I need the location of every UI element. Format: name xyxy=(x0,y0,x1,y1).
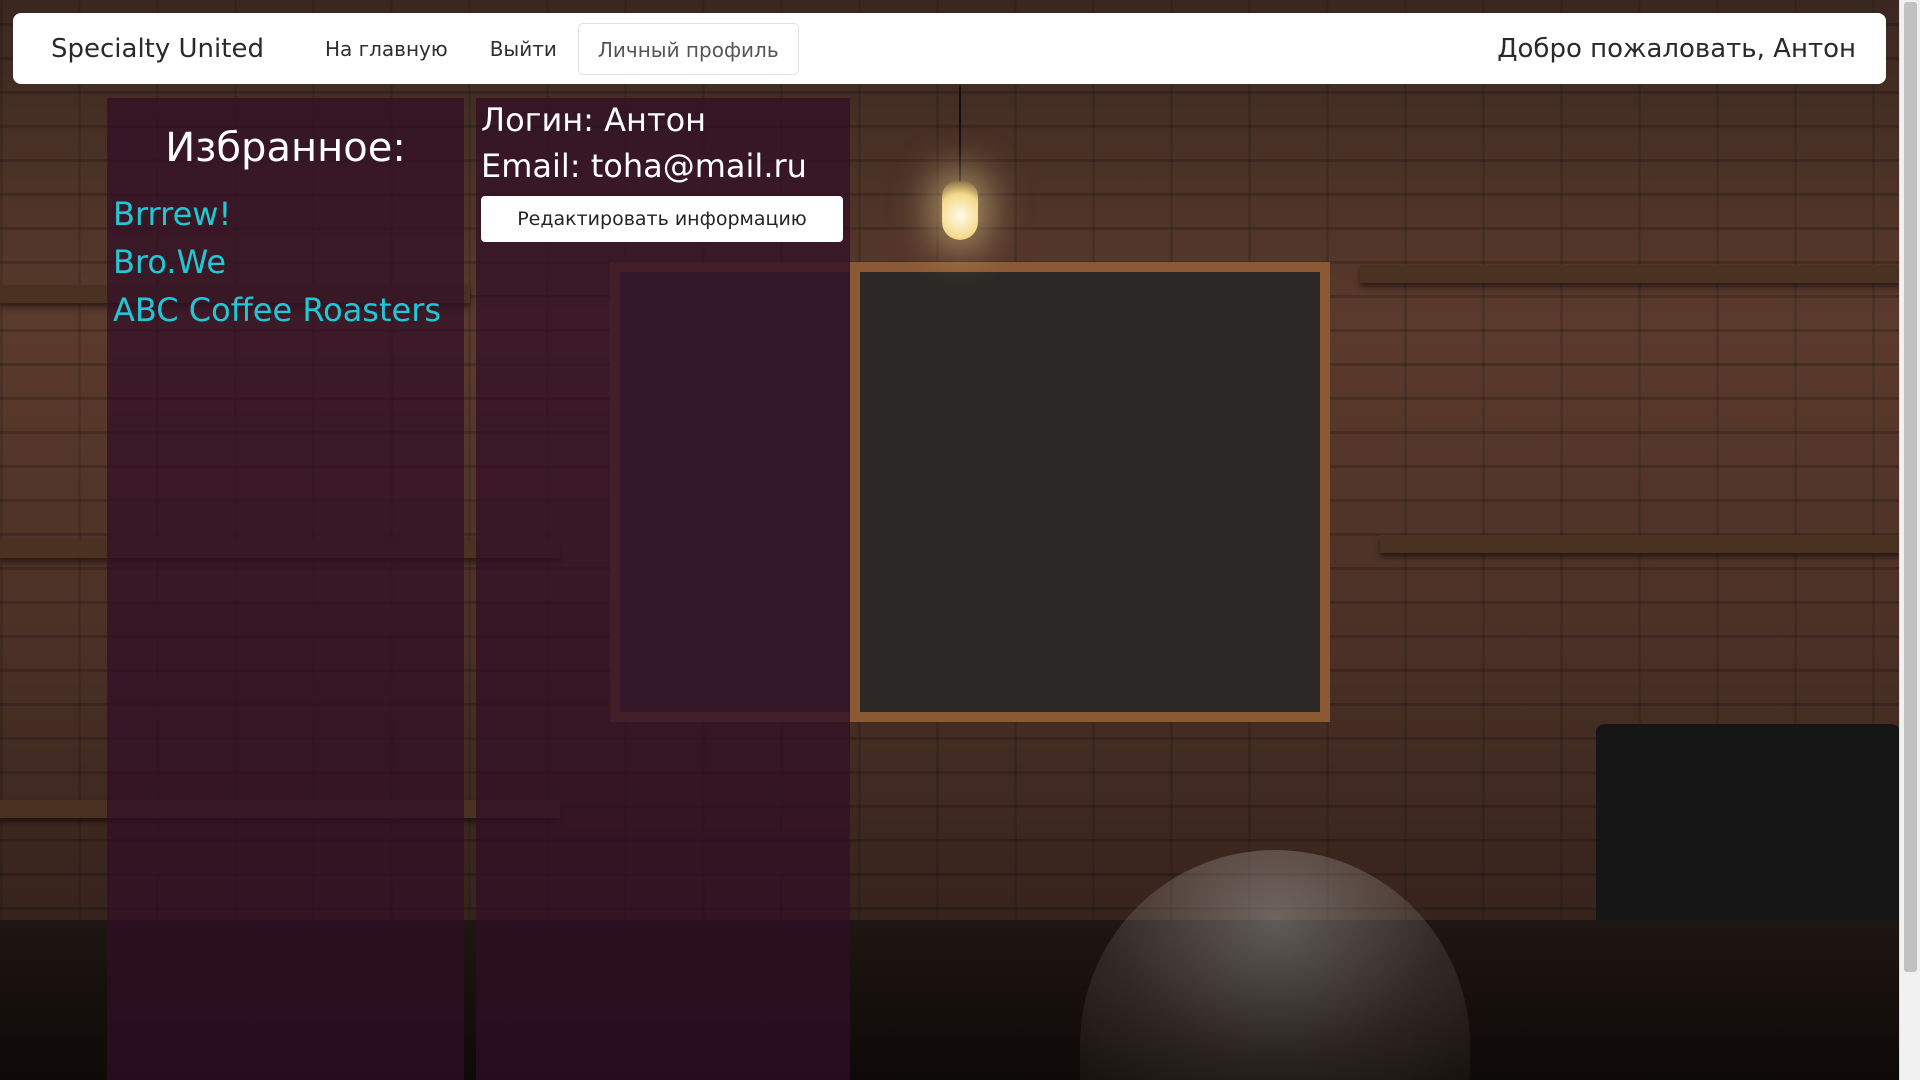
nav-home-link[interactable]: На главную xyxy=(304,23,469,75)
welcome-text: Добро пожаловать, Антон xyxy=(1497,33,1856,64)
favorites-panel: Избранное: Brrrew! Bro.We ABC Coffee Roa… xyxy=(107,98,464,1080)
list-item: ABC Coffee Roasters xyxy=(113,286,441,334)
list-item: Bro.We xyxy=(113,238,441,286)
menu-chalkboard xyxy=(850,262,1330,722)
edit-info-button[interactable]: Редактировать информацию xyxy=(481,196,843,242)
lamp-cord xyxy=(959,86,961,182)
list-item: Brrrew! xyxy=(113,190,441,238)
favorites-title: Избранное: xyxy=(165,125,406,171)
shelf xyxy=(1380,535,1900,553)
profile-panel: Логин: Антон Email: toha@mail.ru Редакти… xyxy=(476,98,850,1080)
glass-dome xyxy=(1080,850,1470,1080)
favorite-link-brrrew[interactable]: Brrrew! xyxy=(113,190,441,238)
top-navbar: Specialty United На главную Выйти Личный… xyxy=(13,13,1886,84)
scrollbar-thumb[interactable] xyxy=(1904,2,1917,972)
brand-link[interactable]: Specialty United xyxy=(51,34,264,64)
favorite-link-browe[interactable]: Bro.We xyxy=(113,238,441,286)
shelf xyxy=(1360,265,1900,283)
nav-logout-link[interactable]: Выйти xyxy=(469,23,578,75)
profile-email: Email: toha@mail.ru xyxy=(481,147,807,185)
nav-profile-tab[interactable]: Личный профиль xyxy=(577,22,799,75)
profile-login: Логин: Антон xyxy=(481,101,707,139)
light-bulb xyxy=(942,180,978,240)
favorites-list: Brrrew! Bro.We ABC Coffee Roasters xyxy=(113,190,441,334)
page-scrollbar[interactable] xyxy=(1899,0,1920,1080)
favorite-link-abc-coffee-roasters[interactable]: ABC Coffee Roasters xyxy=(113,286,441,334)
